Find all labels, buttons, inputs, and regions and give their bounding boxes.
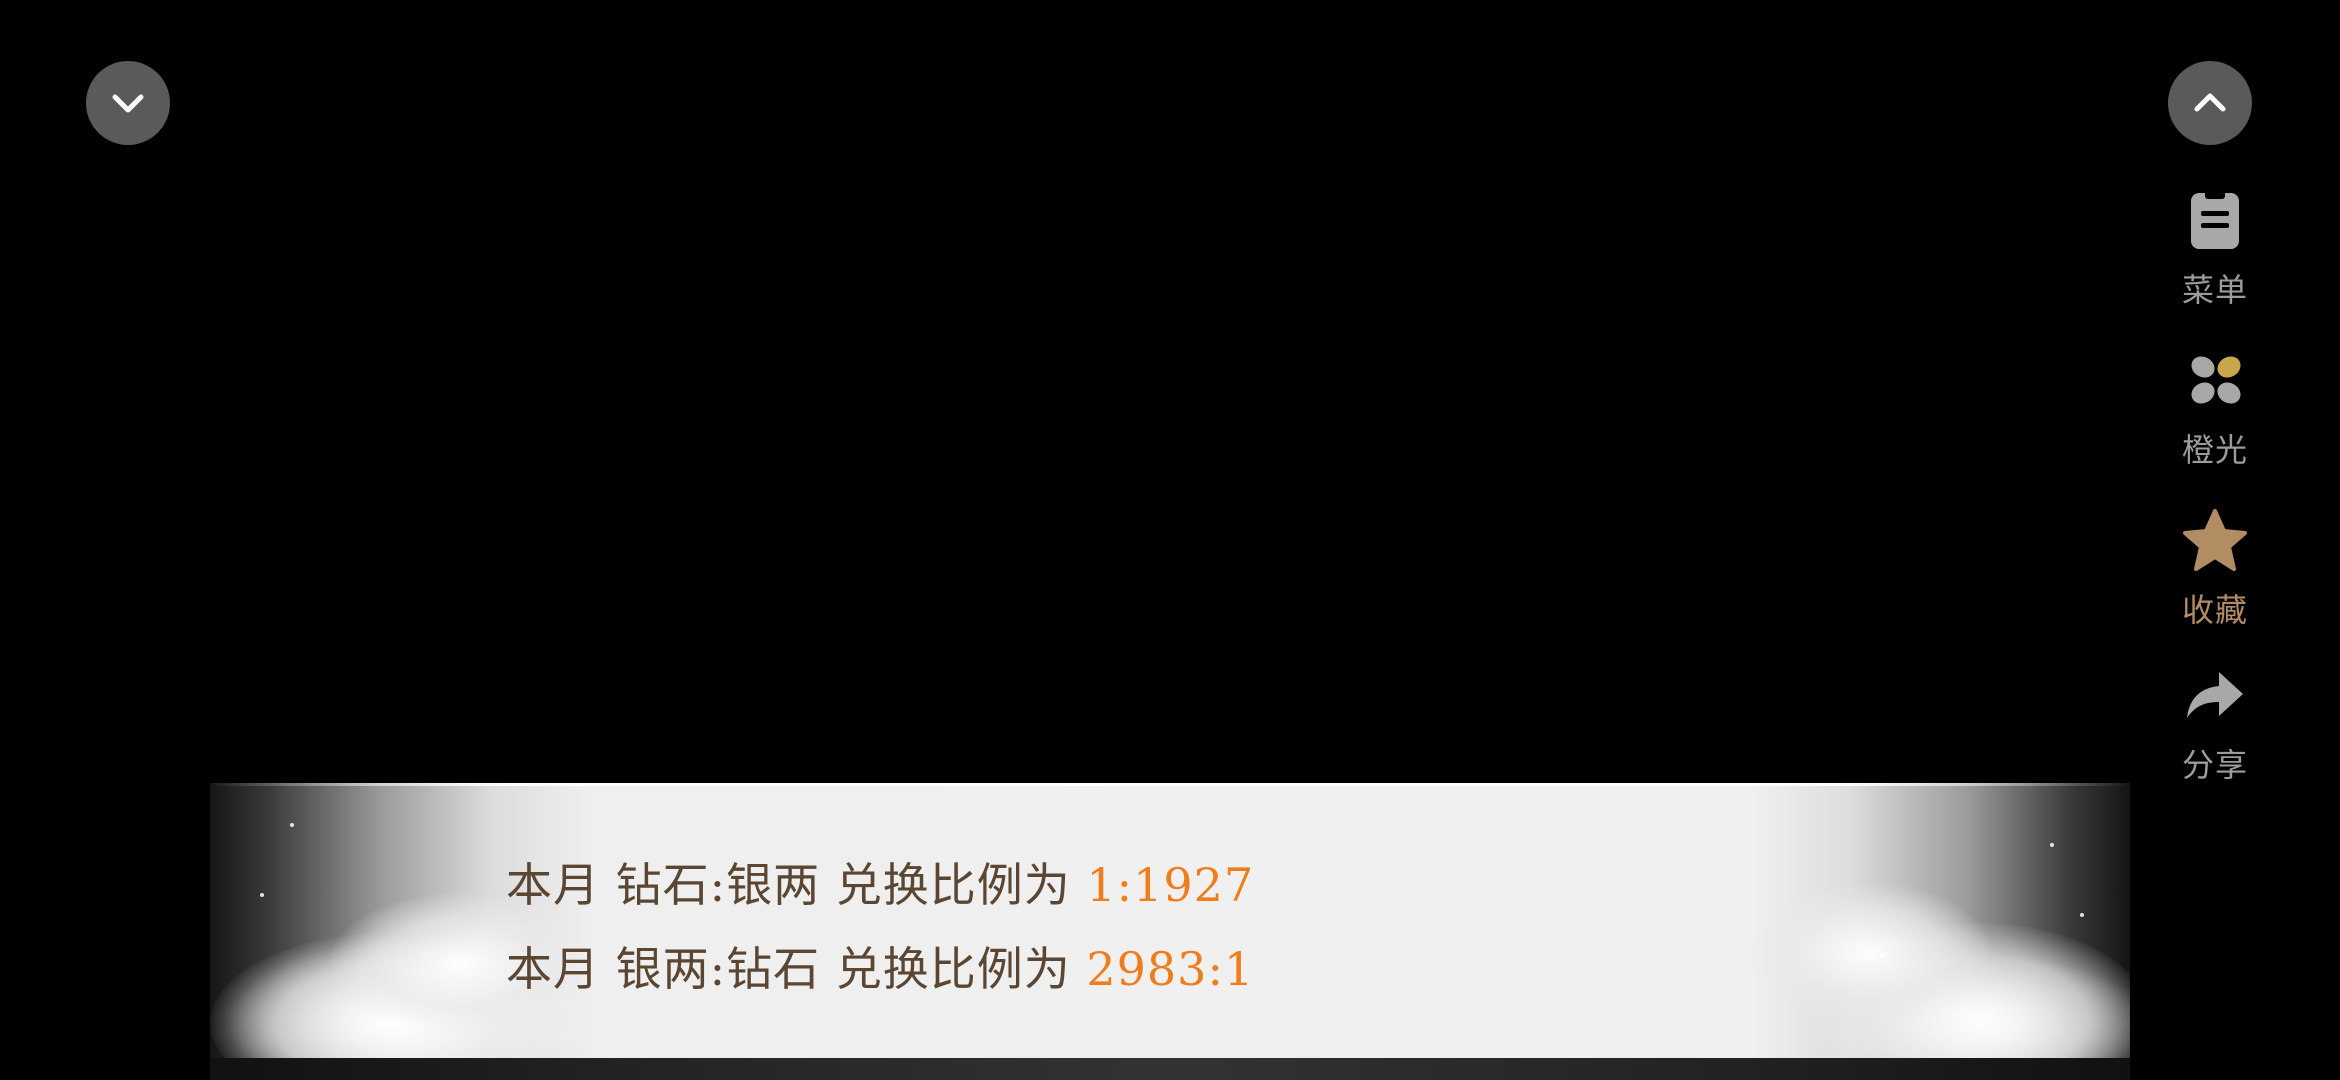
silver-to-diamond-rate: 本月 银两:钻石 兑换比例为 2983:1 — [506, 933, 1254, 999]
sparkle — [2050, 843, 2054, 847]
favorite-button[interactable]: 收藏 — [2160, 505, 2270, 631]
sparkle — [260, 893, 264, 897]
share-label: 分享 — [2181, 746, 2248, 784]
glow-button[interactable]: 橙光 — [2160, 345, 2270, 471]
favorite-label: 收藏 — [2181, 591, 2248, 629]
cloud-right-2 — [1750, 883, 1990, 1023]
sparkle — [2080, 913, 2084, 917]
rate-prefix: 本月 钻石:银两 兑换比例为 — [506, 858, 1071, 912]
game-stage: 菜单 橙光 收藏 分享 本月 钻石:银两 兑换比例为 1:1927 本月 银两:… — [0, 0, 2340, 1080]
menu-label: 菜单 — [2181, 271, 2248, 309]
clipboard-icon — [2179, 185, 2251, 261]
exchange-rate-banner: 本月 钻石:银两 兑换比例为 1:1927 本月 银两:钻石 兑换比例为 298… — [210, 783, 2130, 1080]
banner-bottom-band — [210, 1058, 2130, 1080]
star-icon — [2179, 505, 2251, 581]
collapse-button[interactable] — [86, 61, 170, 145]
share-arrow-icon — [2179, 660, 2251, 736]
banner-top-edge — [210, 783, 2130, 786]
diamond-to-silver-rate: 本月 钻石:银两 兑换比例为 1:1927 — [506, 849, 1254, 915]
sparkle — [1880, 953, 1884, 957]
share-button[interactable]: 分享 — [2160, 660, 2270, 786]
rate-value: 2983:1 — [1086, 942, 1255, 996]
chevron-up-icon — [2194, 93, 2226, 112]
chevron-down-icon — [112, 94, 144, 113]
expand-button[interactable] — [2168, 61, 2252, 145]
rate-prefix: 本月 银两:钻石 兑换比例为 — [506, 942, 1071, 996]
glow-label: 橙光 — [2181, 431, 2248, 469]
flower-icon — [2179, 345, 2251, 421]
menu-button[interactable]: 菜单 — [2160, 185, 2270, 311]
rate-value: 1:1927 — [1086, 858, 1255, 912]
sparkle — [290, 823, 294, 827]
